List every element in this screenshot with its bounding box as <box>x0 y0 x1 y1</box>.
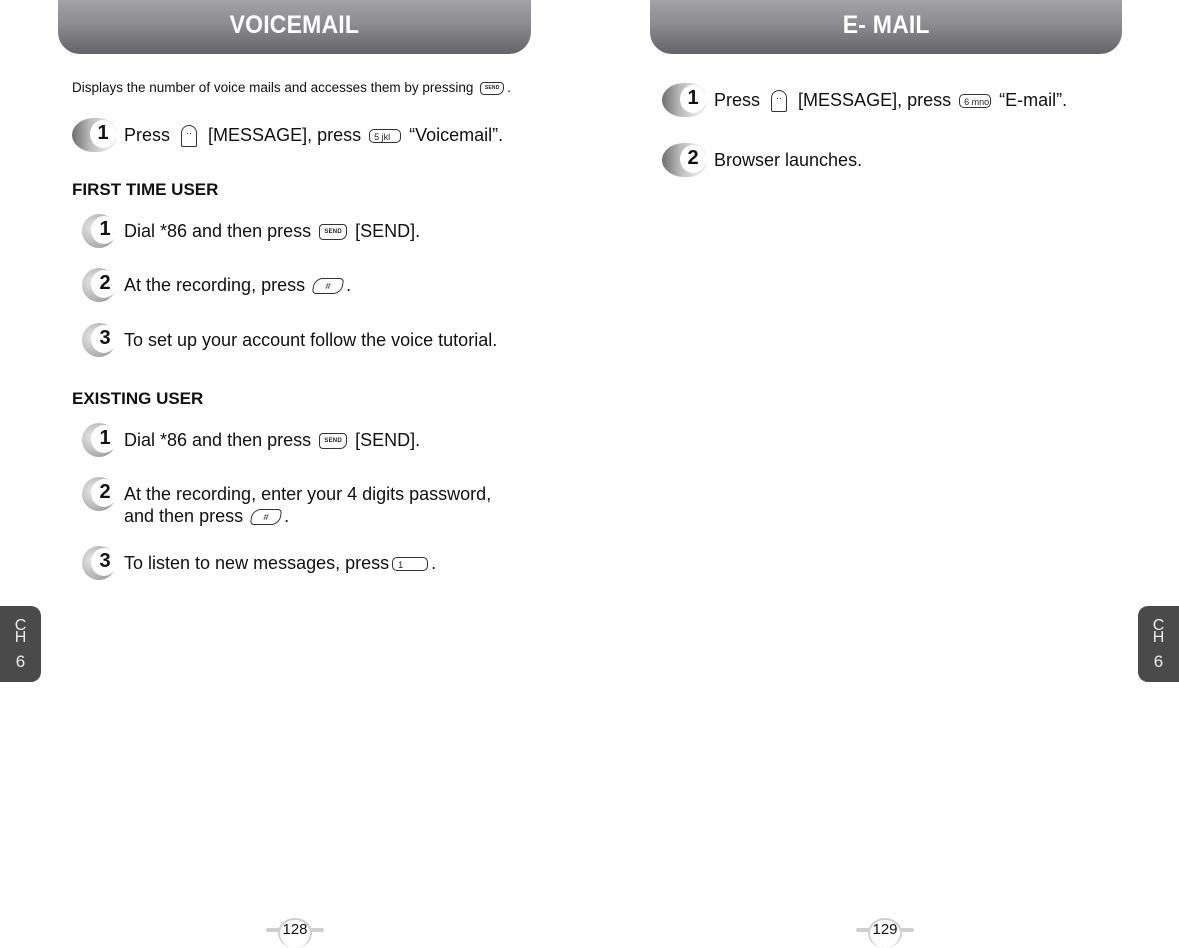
page-title: VOICEMAIL <box>229 10 360 39</box>
send-key-icon: SEND <box>319 433 348 450</box>
step-number-badge: 2 <box>662 143 706 177</box>
step-number-badge: 1 <box>82 423 117 457</box>
page-number-right: 129 <box>856 918 914 948</box>
existing-step-2: 2 At the recording, enter your 4 digits … <box>82 477 491 527</box>
first-time-step-1: 1 Dial *86 and then press SEND [SEND]. <box>82 214 420 248</box>
message-key-icon: ·· <box>181 125 198 148</box>
page-right: E- MAIL 1 Press ·· [MESSAGE], press 6 mn… <box>590 0 1179 948</box>
email-step-1: 1 Press ·· [MESSAGE], press 6 mno “E-mai… <box>662 83 1067 117</box>
5-jkl-key-icon: 5 jkl <box>369 129 402 144</box>
step-number-badge: 1 <box>82 214 117 248</box>
send-key-icon: SEND <box>319 224 348 241</box>
page-number-left: 128 <box>266 918 324 948</box>
send-key-icon: SEND <box>480 81 505 95</box>
pound-key-icon: # <box>249 509 283 526</box>
step-number-badge: 3 <box>82 546 117 580</box>
existing-step-1: 1 Dial *86 and then press SEND [SEND]. <box>82 423 420 457</box>
page-title: E- MAIL <box>842 10 930 39</box>
first-time-user-heading: FIRST TIME USER <box>72 180 219 199</box>
first-time-step-3: 3 To set up your account follow the voic… <box>82 323 497 357</box>
email-header: E- MAIL <box>650 0 1122 54</box>
message-key-icon: ·· <box>771 90 788 113</box>
step-number-badge: 1 <box>72 118 116 152</box>
intro-text: Displays the number of voice mails and a… <box>72 80 511 95</box>
first-time-step-2: 2 At the recording, press #. <box>82 268 351 302</box>
step-number-badge: 3 <box>82 323 117 357</box>
pound-key-icon: # <box>311 278 345 295</box>
chapter-tab-right: C H 6 <box>1138 606 1179 682</box>
existing-step-3: 3 To listen to new messages, press 1. <box>82 546 436 580</box>
voicemail-header: VOICEMAIL <box>58 0 531 54</box>
step-number-badge: 2 <box>82 268 117 302</box>
step-number-badge: 1 <box>662 83 706 117</box>
existing-user-heading: EXISTING USER <box>72 389 204 408</box>
main-step-1: 1 Press ·· [MESSAGE], press 5 jkl “Voice… <box>72 118 503 152</box>
page-left: VOICEMAIL Displays the number of voice m… <box>0 0 590 948</box>
email-step-2: 2 Browser launches. <box>662 143 862 177</box>
1-voicemail-key-icon: 1 <box>392 557 429 572</box>
step-number-badge: 2 <box>82 477 117 511</box>
chapter-tab-left: C H 6 <box>0 606 41 682</box>
6-mno-key-icon: 6 mno <box>959 94 992 109</box>
